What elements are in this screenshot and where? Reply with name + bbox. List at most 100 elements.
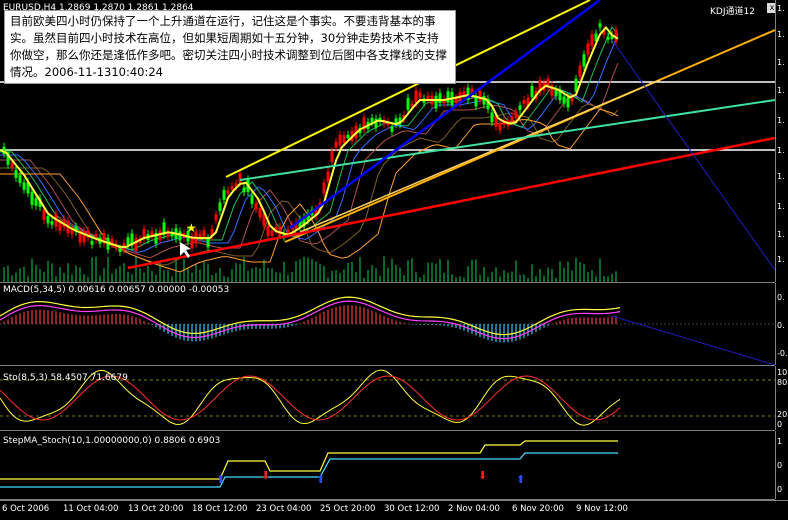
price-tick: 1. — [777, 202, 785, 211]
up-arrow-icon: ⬆ — [516, 473, 525, 486]
candle-body — [322, 182, 326, 194]
candle-body — [570, 97, 574, 102]
macd-pane[interactable]: MACD(5,34,5) 0.00616 0.00657 0.00000 -0.… — [0, 283, 775, 366]
candle-body — [414, 90, 418, 104]
moving-average-line — [0, 108, 619, 273]
candle-body — [30, 191, 34, 205]
candle-body — [426, 95, 430, 100]
macd-tick: -0. — [777, 349, 788, 358]
price-tick: 1. — [777, 146, 785, 155]
candle-body — [510, 116, 514, 122]
candle-body — [18, 175, 22, 183]
candle-body — [126, 237, 130, 246]
sto-tick: 20 — [777, 410, 788, 419]
up-arrow-icon: ⬆ — [316, 473, 325, 486]
candle-body — [10, 163, 14, 168]
macd-svg — [0, 296, 775, 365]
time-label: 30 Oct 12:00 — [384, 504, 440, 514]
candle-body — [46, 215, 50, 224]
stepma-scale: 1 0 0 — [775, 431, 788, 499]
up-arrow-icon: ⬆ — [216, 473, 225, 486]
macd-scale: 0. 0. -0. — [775, 283, 788, 365]
candle-body — [50, 221, 54, 225]
candle-body — [586, 43, 590, 55]
candle-body — [582, 54, 586, 67]
time-label: 6 Nov 20:00 — [512, 504, 564, 514]
candle-body — [554, 89, 558, 97]
time-label: 11 Oct 04:00 — [63, 504, 119, 514]
down-arrow-icon: ⬇ — [478, 469, 487, 482]
down-arrow-icon: ⬇ — [261, 469, 270, 482]
candle-body — [406, 98, 410, 110]
candle-body — [254, 203, 258, 210]
time-label: 25 Oct 20:00 — [320, 504, 376, 514]
price-tick: 1. — [777, 4, 785, 13]
candle-body — [226, 190, 230, 194]
sto-tick: 0 — [777, 420, 783, 429]
candle-body — [614, 29, 618, 42]
indicator-tag: KDJ通道12 — [710, 7, 755, 17]
candle-body — [606, 36, 610, 40]
stepma-tick: 1 — [777, 437, 783, 446]
candle-body — [438, 93, 442, 103]
candle-body — [346, 134, 350, 139]
stepma-tick: 0 — [777, 485, 783, 494]
price-tick: 1. — [777, 172, 785, 181]
candle-body — [562, 96, 566, 104]
candle-body — [266, 226, 270, 236]
candle-body — [230, 186, 234, 190]
sto-tick: 80 — [777, 378, 788, 387]
stepma-header: StepMA_Stoch(10,1.00000000,0) 0.8806 0.6… — [3, 436, 221, 446]
red-trend-line — [127, 136, 775, 270]
candle-body — [478, 90, 482, 101]
candle-body — [490, 112, 494, 123]
candle-body — [434, 95, 438, 109]
candle-body — [22, 182, 26, 190]
price-tick: 1. — [777, 116, 785, 125]
candle-body — [598, 23, 602, 28]
candle-body — [218, 202, 222, 212]
candle-body — [590, 34, 594, 46]
candle-body — [334, 141, 338, 148]
candle-body — [390, 126, 394, 132]
time-axis: 6 Oct 2006 11 Oct 04:00 13 Oct 20:00 18 … — [0, 500, 788, 520]
candle-body — [222, 190, 226, 200]
candle-body — [518, 105, 522, 111]
price-scale: 1. 1. 1. 1. 1. 1. 1. 1. 1. 1. — [775, 0, 788, 282]
candle-body — [206, 238, 210, 248]
candle-body — [326, 171, 330, 182]
candle-body — [242, 187, 246, 193]
price-tick: 1. — [777, 230, 785, 239]
macd-line — [0, 296, 621, 336]
stepma-tick: 0 — [777, 461, 783, 470]
stepma-fast-line — [0, 440, 618, 480]
price-chart-pane[interactable]: ★ EURUSD,H4 1.2869 1.2870 1.2861 1.2864 … — [0, 0, 777, 283]
macd-tick: 0. — [777, 293, 785, 302]
candle-body — [514, 111, 518, 118]
candle-body — [34, 198, 38, 206]
time-label: 6 Oct 2006 — [2, 504, 50, 514]
price-tick: 1. — [777, 86, 785, 95]
chart-annotation-text: 目前欧美四小时仍保持了一个上升通道在运行，记住这是个事实。不要违背基本的事实。虽… — [4, 10, 456, 84]
time-label: 13 Oct 20:00 — [128, 504, 184, 514]
candle-body — [522, 100, 526, 105]
stepma-slow-line — [0, 452, 618, 488]
candle-body — [258, 208, 262, 218]
candle-body — [42, 209, 46, 221]
price-tick: 1. — [777, 30, 785, 39]
candle-body — [330, 151, 334, 162]
candle-body — [214, 214, 218, 221]
candle-body — [90, 240, 94, 245]
stochastic-scale: 10 80 20 0 — [775, 366, 788, 430]
down-projection-line — [611, 39, 775, 271]
candle-body — [482, 96, 486, 105]
macd-header: MACD(5,34,5) 0.00616 0.00657 0.00000 -0.… — [3, 285, 230, 295]
candle-body — [250, 195, 254, 204]
stochastic-header: Sto(8,5,3) 58.4507 71.6679 — [3, 373, 128, 383]
candle-body — [578, 65, 582, 77]
candle-body — [14, 169, 18, 178]
price-tick: 1. — [777, 255, 785, 264]
stepma-pane[interactable]: ⬆ ⬆ ⬆ ⬇ ⬇ StepMA_Stoch(10,1.00000000,0) 0.88… — [0, 431, 775, 500]
candle-body — [202, 230, 206, 237]
stochastic-pane[interactable]: Sto(8,5,3) 58.4507 71.6679 — [0, 366, 775, 431]
